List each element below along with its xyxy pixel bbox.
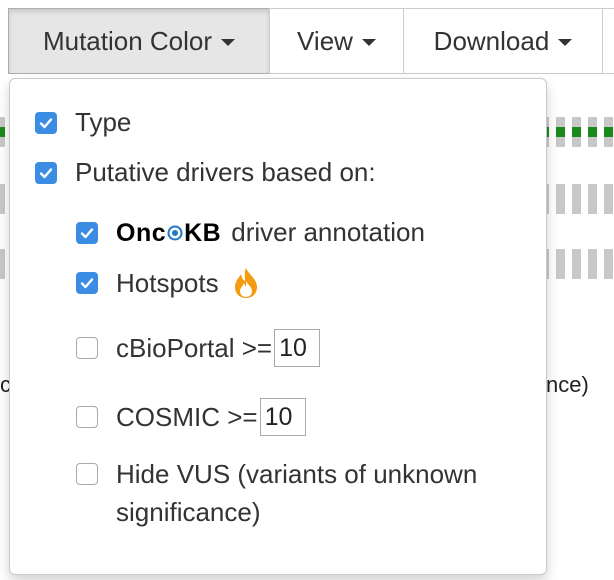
cosmic-threshold-input[interactable] [259,398,306,436]
type-option-label: Type [75,107,132,137]
oncoprint-cell [604,117,613,147]
view-label: View [297,25,353,56]
oncoprint-cell [604,184,613,214]
hide-vus-option[interactable]: Hide VUS (variants of unknown significan… [76,455,516,531]
oncoprint-cell [604,249,613,279]
oncokb-option[interactable]: Onc KB driver annotation [76,217,425,248]
oncoprint-cell [556,117,565,147]
oncokb-logo-text-right: KB [184,219,222,247]
mutation-marker [556,127,565,137]
oncoprint-cell [556,184,565,214]
mutation-marker [0,127,5,137]
oncoprint-cell [556,249,565,279]
hotspots-option[interactable]: Hotspots [76,267,261,299]
checkmark-icon [80,278,94,289]
checkmark-icon [80,227,94,238]
oncokb-logo: Onc KB [116,219,221,248]
hotspots-checkbox[interactable] [76,272,98,294]
hotspots-option-label: Hotspots [116,267,219,298]
oncokb-logo-text-left: Onc [116,219,167,247]
flame-icon [231,267,261,299]
oncoprint-cell [588,184,597,214]
checkmark-icon [39,117,53,128]
cosmic-option[interactable]: COSMIC >= [76,398,306,436]
oncokb-option-label-group: Onc KB driver annotation [116,217,425,248]
oncokb-checkbox[interactable] [76,221,98,244]
download-label: Download [433,25,550,56]
view-button[interactable]: View [269,8,404,74]
oncoprint-cell [0,184,5,214]
oncoprint-cell [0,249,5,279]
cosmic-checkbox[interactable] [76,406,98,428]
mutation-marker [572,127,581,137]
mutation-color-label: Mutation Color [42,25,213,56]
mutation-marker [604,127,613,137]
type-checkbox[interactable] [35,111,57,134]
mutation-color-button[interactable]: Mutation Color [8,8,270,74]
background-text-fragment: nce) [546,372,589,397]
checkmark-icon [39,167,53,178]
putative-drivers-label: Putative drivers based on: [75,157,376,187]
oncoprint-cell [572,249,581,279]
cosmic-option-label: COSMIC >= [116,401,258,432]
caret-down-icon [558,39,573,46]
hide-vus-checkbox[interactable] [76,463,98,485]
oncoprint-cell [0,117,5,147]
mutation-marker [588,127,597,137]
oncokb-option-label: driver annotation [231,217,425,247]
putative-drivers-option[interactable]: Putative drivers based on: [35,157,376,188]
oncokb-logo-ring-icon [167,219,183,248]
caret-down-icon [221,39,236,46]
download-button[interactable]: Download [403,8,603,74]
caret-down-icon [361,39,376,46]
oncoprint-cell [572,184,581,214]
type-option[interactable]: Type [35,107,131,138]
cbioportal-threshold-input[interactable] [274,329,321,367]
oncoprint-cell [588,117,597,147]
cbioportal-option[interactable]: cBioPortal >= [76,329,321,367]
hide-vus-option-label: Hide VUS (variants of unknown significan… [116,459,478,527]
oncoprint-cell [572,117,581,147]
oncoprint-cell [588,249,597,279]
next-toolbar-button[interactable] [602,8,614,74]
cbioportal-checkbox[interactable] [76,337,98,359]
putative-drivers-checkbox[interactable] [35,161,57,184]
cbioportal-option-label: cBioPortal >= [116,332,273,363]
mutation-color-dropdown: Type Putative drivers based on: Onc KB d… [9,78,547,575]
